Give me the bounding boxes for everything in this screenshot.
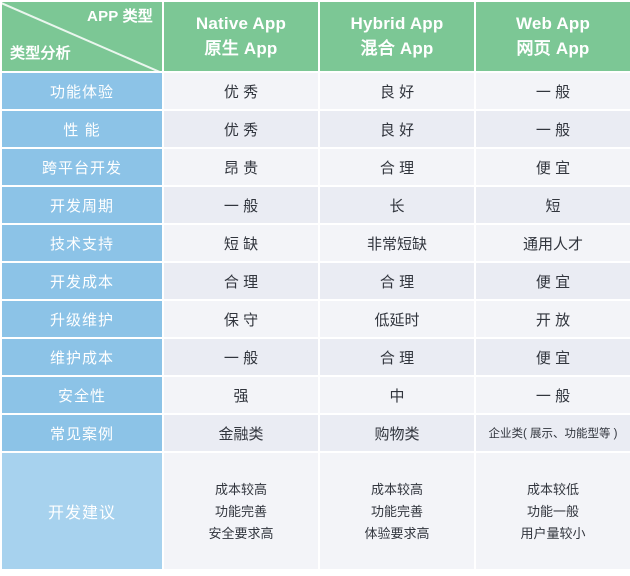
header-web-app-cn: 网页 App	[516, 38, 590, 58]
cell-web-security: 一 般	[476, 377, 630, 413]
header-corner-top-right: APP 类型	[87, 8, 153, 25]
table-body: 功能体验 优 秀 良 好 一 般 性 能 优 秀 良 好 一 般 跨平台开发 昂…	[2, 73, 630, 569]
cell-web-cross-platform: 便 宜	[476, 149, 630, 185]
cell-hybrid-cross-platform: 合 理	[320, 149, 474, 185]
cell-hybrid-upgrade-maintenance: 低延时	[320, 301, 474, 337]
cell-native-common-cases: 金融类	[164, 415, 318, 451]
cell-hybrid-security: 中	[320, 377, 474, 413]
cell-hybrid-development-advice: 成本较高 功能完善 体验要求高	[320, 453, 474, 569]
cell-native-security: 强	[164, 377, 318, 413]
cell-native-development-advice: 成本较高 功能完善 安全要求高	[164, 453, 318, 569]
header-native-app-en: Native App	[195, 13, 287, 33]
row-label-development-cost: 开发成本	[2, 263, 162, 299]
advice-list-web: 成本较低 功能一般 用户量较小	[476, 483, 630, 540]
advice-item: 功能一般	[526, 503, 579, 519]
table-header: APP 类型 类型分析 Native App 原生 App Hybrid App…	[2, 2, 630, 71]
comparison-table: APP 类型 类型分析 Native App 原生 App Hybrid App…	[0, 0, 630, 571]
cell-web-technical-support: 通用人才	[476, 225, 630, 261]
cell-native-cross-platform: 昂 贵	[164, 149, 318, 185]
cell-web-functional-experience: 一 般	[476, 73, 630, 109]
header-hybrid-app-cn: 混合 App	[360, 38, 434, 58]
cell-web-maintenance-cost: 便 宜	[476, 339, 630, 375]
header-column-web-app: Web App 网页 App	[476, 2, 630, 71]
table-row: 跨平台开发 昂 贵 合 理 便 宜	[2, 149, 630, 185]
cell-hybrid-functional-experience: 良 好	[320, 73, 474, 109]
cell-native-technical-support: 短 缺	[164, 225, 318, 261]
advice-item: 成本较高	[370, 481, 423, 497]
cell-native-maintenance-cost: 一 般	[164, 339, 318, 375]
header-column-hybrid-app: Hybrid App 混合 App	[320, 2, 474, 71]
header-corner-bottom-left: 类型分析	[10, 45, 71, 63]
table-row: 开发周期 一 般 长 短	[2, 187, 630, 223]
row-label-maintenance-cost: 维护成本	[2, 339, 162, 375]
table-row: 开发成本 合 理 合 理 便 宜	[2, 263, 630, 299]
row-label-common-cases: 常见案例	[2, 415, 162, 451]
header-row: APP 类型 类型分析 Native App 原生 App Hybrid App…	[2, 2, 630, 71]
header-web-app-en: Web App	[515, 13, 591, 33]
table-row-development-advice: 开发建议 成本较高 功能完善 安全要求高 成本较高 功能完善 体验要求高 成本较…	[2, 453, 630, 569]
table-row: 升级维护 保 守 低延时 开 放	[2, 301, 630, 337]
cell-hybrid-development-cost: 合 理	[320, 263, 474, 299]
header-corner-diagonal: APP 类型 类型分析	[2, 2, 162, 71]
advice-item: 成本较低	[526, 481, 579, 497]
table-row: 技术支持 短 缺 非常短缺 通用人才	[2, 225, 630, 261]
row-label-performance: 性 能	[2, 111, 162, 147]
cell-native-functional-experience: 优 秀	[164, 73, 318, 109]
advice-list-hybrid: 成本较高 功能完善 体验要求高	[320, 483, 474, 540]
row-label-functional-experience: 功能体验	[2, 73, 162, 109]
cell-native-performance: 优 秀	[164, 111, 318, 147]
advice-item: 功能完善	[214, 503, 267, 519]
cell-native-upgrade-maintenance: 保 守	[164, 301, 318, 337]
row-label-security: 安全性	[2, 377, 162, 413]
advice-item: 安全要求高	[208, 525, 274, 541]
cell-native-development-cycle: 一 般	[164, 187, 318, 223]
row-label-development-advice: 开发建议	[2, 453, 162, 569]
cell-web-development-advice: 成本较低 功能一般 用户量较小	[476, 453, 630, 569]
row-label-cross-platform-development: 跨平台开发	[2, 149, 162, 185]
cell-hybrid-common-cases: 购物类	[320, 415, 474, 451]
row-label-technical-support: 技术支持	[2, 225, 162, 261]
table-row: 维护成本 一 般 合 理 便 宜	[2, 339, 630, 375]
table-row: 性 能 优 秀 良 好 一 般	[2, 111, 630, 147]
cell-web-performance: 一 般	[476, 111, 630, 147]
cell-web-development-cost: 便 宜	[476, 263, 630, 299]
cell-web-upgrade-maintenance: 开 放	[476, 301, 630, 337]
advice-item: 用户量较小	[520, 525, 586, 541]
cell-native-development-cost: 合 理	[164, 263, 318, 299]
cell-web-development-cycle: 短	[476, 187, 630, 223]
table-row: 功能体验 优 秀 良 好 一 般	[2, 73, 630, 109]
advice-item: 成本较高	[214, 481, 267, 497]
advice-list-native: 成本较高 功能完善 安全要求高	[164, 483, 318, 540]
cell-web-common-cases: 企业类( 展示、功能型等 )	[476, 415, 630, 451]
header-column-native-app: Native App 原生 App	[164, 2, 318, 71]
cell-hybrid-technical-support: 非常短缺	[320, 225, 474, 261]
header-native-app-cn: 原生 App	[204, 38, 278, 58]
app-type-comparison-table: APP 类型 类型分析 Native App 原生 App Hybrid App…	[0, 0, 630, 576]
row-label-upgrade-maintenance: 升级维护	[2, 301, 162, 337]
table-row: 常见案例 金融类 购物类 企业类( 展示、功能型等 )	[2, 415, 630, 451]
header-hybrid-app-en: Hybrid App	[350, 13, 444, 33]
table-row: 安全性 强 中 一 般	[2, 377, 630, 413]
cell-hybrid-maintenance-cost: 合 理	[320, 339, 474, 375]
row-label-development-cycle: 开发周期	[2, 187, 162, 223]
advice-item: 功能完善	[370, 503, 423, 519]
cell-hybrid-development-cycle: 长	[320, 187, 474, 223]
advice-item: 体验要求高	[364, 525, 430, 541]
cell-hybrid-performance: 良 好	[320, 111, 474, 147]
